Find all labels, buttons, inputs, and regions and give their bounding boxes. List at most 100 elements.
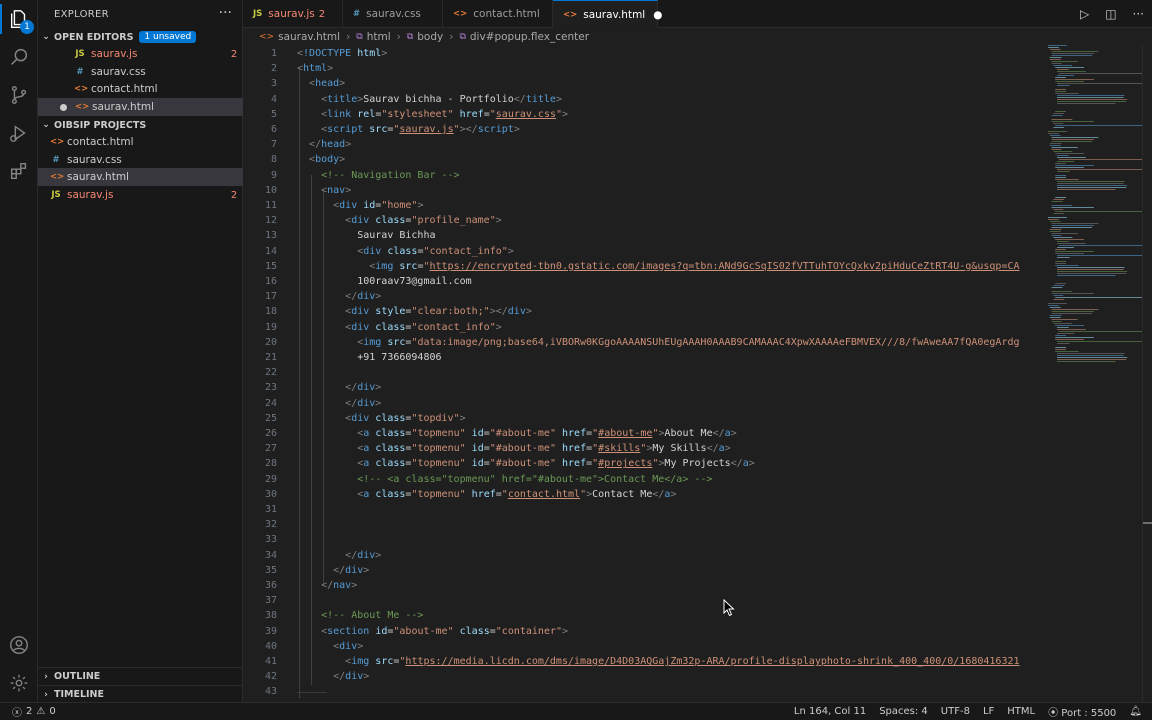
file-name: saurav.js — [91, 48, 138, 60]
code-line[interactable]: 36 </nav> — [243, 578, 1043, 593]
code-line[interactable]: 5 <link rel="stylesheet" href="saurav.cs… — [243, 107, 1043, 122]
code-line[interactable]: 21 +91 7366094806 — [243, 350, 1043, 365]
source-control-icon[interactable] — [8, 84, 30, 106]
problems-indicator[interactable]: ⓧ 2 ⚠ 0 — [12, 704, 56, 719]
minimap-line — [1051, 235, 1062, 236]
code-line[interactable]: 37 — [243, 593, 1043, 608]
code-line[interactable]: 20 <img src="data:image/png;base64,iVBOR… — [243, 335, 1043, 350]
code-line[interactable]: 2 <html> — [243, 61, 1043, 76]
outline-header[interactable]: › OUTLINE — [38, 667, 243, 685]
code-line[interactable]: 18 <div style="clear:both;"></div> — [243, 304, 1043, 319]
code-line[interactable]: 33 — [243, 532, 1043, 547]
code-line[interactable]: 34 </div> — [243, 548, 1043, 563]
minimap-line — [1051, 61, 1078, 62]
minimap-line — [1051, 115, 1063, 116]
code-line[interactable]: 10 <nav> — [243, 183, 1043, 198]
code-line[interactable]: 28 <a class="topmenu" id="#about-me" hre… — [243, 456, 1043, 471]
line-number: 6 — [270, 124, 277, 135]
code-line[interactable]: 24 </div> — [243, 396, 1043, 411]
code-line[interactable]: 39 <section id="about-me" class="contain… — [243, 624, 1043, 639]
encoding[interactable]: UTF-8 — [941, 706, 970, 717]
indentation[interactable]: Spaces: 4 — [879, 706, 928, 717]
file-name: saurav.css — [91, 66, 146, 78]
code-line[interactable]: 25 <div class="topdiv"> — [243, 411, 1043, 426]
code-line[interactable]: 42 </div> — [243, 669, 1043, 684]
code-line[interactable]: 16 100raav73@gmail.com — [243, 274, 1043, 289]
code-line[interactable]: 27 <a class="topmenu" id="#about-me" hre… — [243, 441, 1043, 456]
code-line[interactable]: 17 </div> — [243, 289, 1043, 304]
code-line[interactable]: 12 <div class="profile_name"> — [243, 213, 1043, 228]
code-line[interactable]: 40 <div> — [243, 639, 1043, 654]
code-line[interactable]: 9 <!-- Navigation Bar --> — [243, 168, 1043, 183]
settings-gear-icon[interactable] — [8, 672, 30, 694]
code-line[interactable]: 3 <head> — [243, 76, 1043, 91]
account-icon[interactable] — [8, 634, 30, 656]
code-line[interactable]: 1 <!DOCTYPE html> — [243, 46, 1043, 61]
unsaved-dot-icon[interactable]: ● — [653, 9, 662, 21]
open-editor-item[interactable]: # saurav.css — [38, 63, 243, 81]
html-file-icon: <> — [453, 9, 468, 19]
project-file-item[interactable]: # saurav.css — [38, 151, 243, 169]
breadcrumb-item[interactable]: saurav.html — [278, 31, 340, 43]
more-actions-icon[interactable]: ··· — [219, 5, 232, 21]
code-line[interactable]: 15 <img src="https://encrypted-tbn0.gsta… — [243, 259, 1043, 274]
code-editor[interactable]: 1 <!DOCTYPE html> 2 <html> 3 <head> 4 <title>… — [243, 45, 1152, 702]
run-icon[interactable]: ▷ — [1080, 7, 1089, 21]
end-of-line[interactable]: LF — [983, 706, 994, 717]
extensions-icon[interactable] — [8, 160, 30, 182]
code-line[interactable]: 43 — [243, 684, 1043, 699]
code-line[interactable]: 38 <!-- About Me --> — [243, 608, 1043, 623]
notifications-bell-icon[interactable]: 🔔︎ — [1129, 706, 1142, 717]
open-editor-item[interactable]: JS saurav.js 2 — [38, 45, 243, 63]
editor-scrollbar[interactable] — [1142, 45, 1152, 702]
breadcrumb-item[interactable]: div#popup.flex_center — [470, 31, 589, 43]
live-server-port[interactable]: ⦿ Port : 5500 — [1048, 704, 1116, 719]
split-editor-icon[interactable]: ◫ — [1105, 7, 1116, 21]
code-line[interactable]: 35 </div> — [243, 563, 1043, 578]
minimap-line — [1055, 265, 1079, 266]
code-line[interactable]: 13 Saurav Bichha — [243, 228, 1043, 243]
explorer-icon[interactable]: 1 — [8, 8, 34, 34]
timeline-header[interactable]: › TIMELINE — [38, 685, 243, 703]
open-editor-item-active[interactable]: <> saurav.html — [38, 98, 243, 116]
code-line[interactable]: 32 — [243, 517, 1043, 532]
code-line[interactable]: 29 <!-- <a class="topmenu" href="#about-… — [243, 472, 1043, 487]
tab-saurav-css[interactable]: # saurav.css — [343, 0, 443, 28]
unsaved-dot-icon[interactable] — [60, 103, 67, 111]
breadcrumb-item[interactable]: body — [417, 31, 443, 43]
code-line[interactable]: 7 </head> — [243, 137, 1043, 152]
open-editors-header[interactable]: ⌄ OPEN EDITORS 1 unsaved — [38, 28, 243, 46]
run-debug-icon[interactable] — [8, 122, 30, 144]
open-editor-item[interactable]: <> contact.html — [38, 80, 243, 98]
code-line[interactable]: 19 <div class="contact_info"> — [243, 320, 1043, 335]
tab-saurav-html[interactable]: <> saurav.html ● — [553, 0, 662, 28]
minimap[interactable] — [1046, 45, 1142, 385]
more-actions-icon[interactable]: ··· — [1133, 7, 1144, 21]
code-line[interactable]: 11 <div id="home"> — [243, 198, 1043, 213]
tab-saurav-js[interactable]: JS saurav.js 2 — [243, 0, 343, 28]
minimap-line — [1055, 263, 1066, 264]
cursor-position[interactable]: Ln 164, Col 11 — [794, 706, 866, 717]
code-line[interactable]: 26 <a class="topmenu" id="#about-me" hre… — [243, 426, 1043, 441]
minimap-line — [1051, 147, 1078, 148]
project-folder-header[interactable]: ⌄ OIBSIP PROJECTS — [38, 116, 243, 134]
tab-contact-html[interactable]: <> contact.html — [443, 0, 553, 28]
project-file-item[interactable]: JS saurav.js 2 — [38, 186, 243, 204]
project-file-item[interactable]: <> contact.html — [38, 133, 243, 151]
project-file-item-selected[interactable]: <> saurav.html — [38, 168, 243, 186]
code-line[interactable]: 31 — [243, 502, 1043, 517]
code-line[interactable]: 14 <div class="contact_info"> — [243, 244, 1043, 259]
breadcrumb-item[interactable]: html — [367, 31, 391, 43]
code-line[interactable]: 30 <a class="topmenu" href="contact.html… — [243, 487, 1043, 502]
chevron-down-icon: ⌄ — [42, 120, 50, 130]
code-line[interactable]: 41 <img src="https://media.licdn.com/dms… — [243, 654, 1043, 669]
search-icon[interactable] — [8, 46, 30, 68]
code-line[interactable]: 4 <title>Saurav bichha - Portfolio</titl… — [243, 92, 1043, 107]
code-line[interactable]: 23 </div> — [243, 380, 1043, 395]
code-line[interactable]: 22 — [243, 365, 1043, 380]
code-text: <div class="topdiv"> — [345, 412, 466, 424]
code-line[interactable]: 8 <body> — [243, 152, 1043, 167]
minimap-line — [1049, 49, 1061, 50]
code-line[interactable]: 6 <script src="saurav.js"></script> — [243, 122, 1043, 137]
language-mode[interactable]: HTML — [1007, 706, 1035, 717]
